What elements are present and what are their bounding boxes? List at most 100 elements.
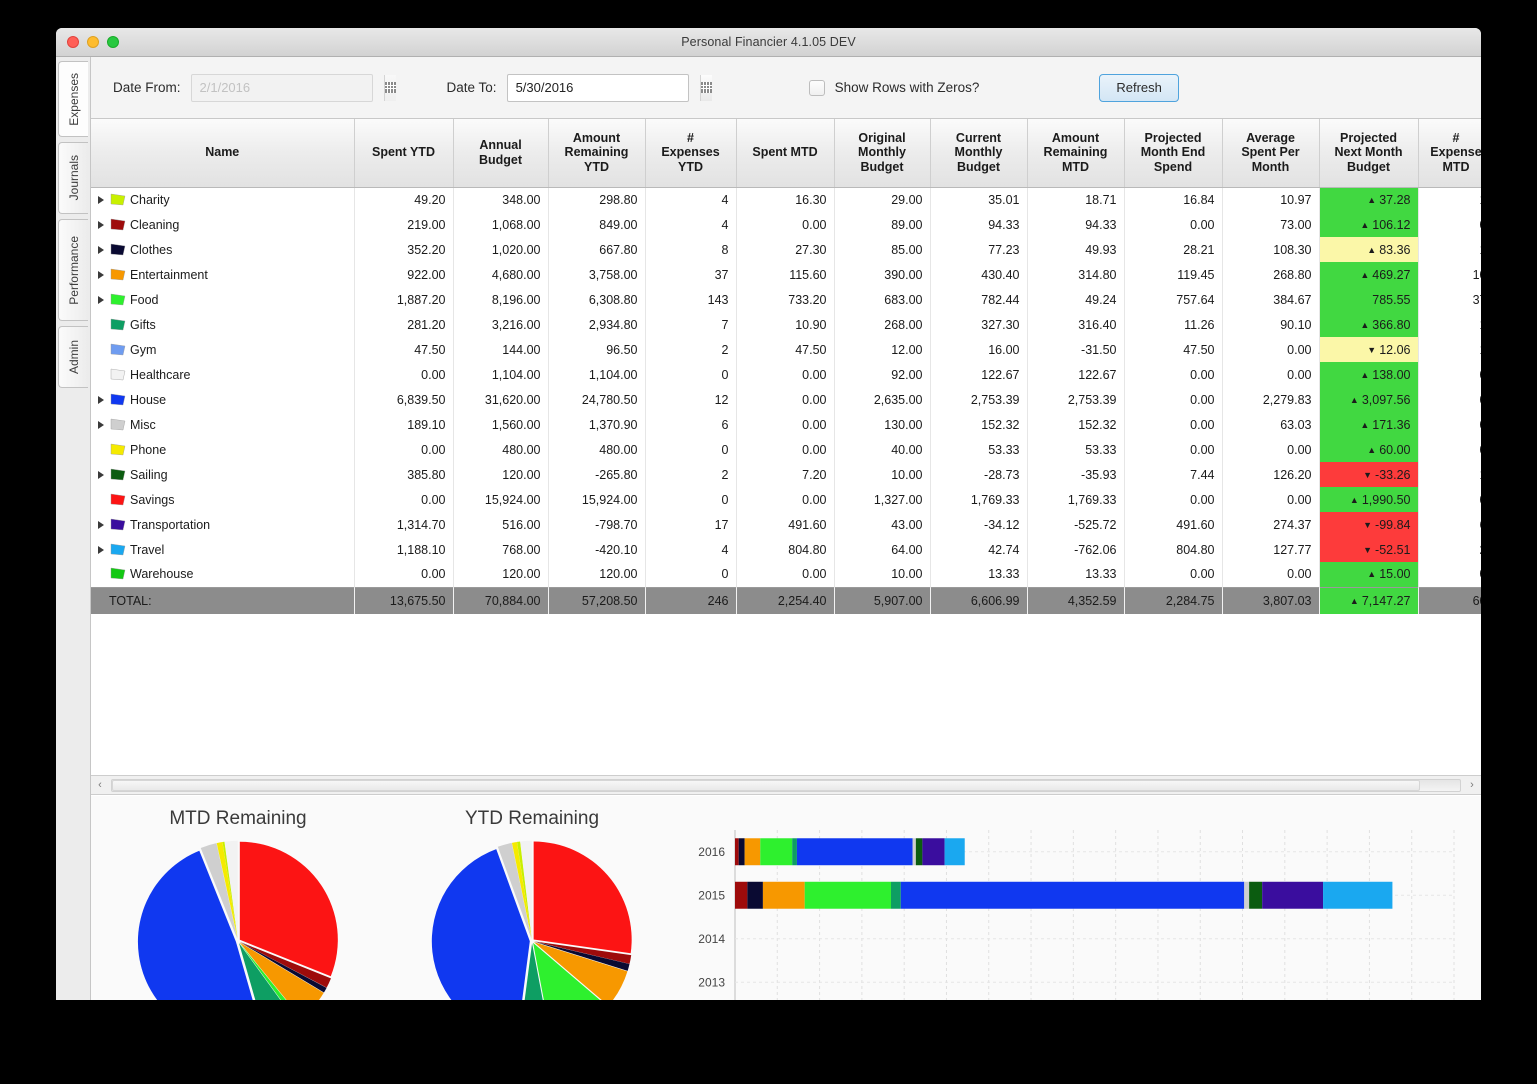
date-from-box[interactable] <box>190 73 396 102</box>
cell-name[interactable]: Savings <box>91 487 355 512</box>
date-from-calendar-button[interactable] <box>383 74 396 101</box>
table-row[interactable]: Gym 47.50 144.00 96.50 2 47.50 12.00 16.00 -31.5… <box>91 337 1481 362</box>
table-row[interactable]: Gifts 281.20 3,216.00 2,934.80 7 10.90 268.00 3… <box>91 312 1481 337</box>
horizontal-scrollbar[interactable]: ‹ › <box>91 775 1481 795</box>
cell-name[interactable]: Food <box>91 287 355 312</box>
total-projected-next-month-budget: ▲ 7,147.27 <box>1319 586 1419 614</box>
cell-projected-next-month-budget: ▲ 366.80 <box>1319 312 1419 337</box>
table-row[interactable]: Cleaning 219.00 1,068.00 849.00 4 0.00 89.00 94… <box>91 212 1481 237</box>
date-to-label: Date To: <box>446 80 497 95</box>
t: Monthly <box>858 145 906 160</box>
tab-expenses[interactable]: Expenses <box>58 61 88 137</box>
scrollbar-thumb[interactable] <box>112 779 1420 791</box>
col-header-amount-remaining-mtd[interactable]: Amount Remaining MTD <box>1027 119 1125 188</box>
t: YTD <box>678 160 703 175</box>
col-header-num-expenses-ytd[interactable]: # Expenses YTD <box>645 119 737 188</box>
table-row[interactable]: Travel 1,188.10 768.00 -420.10 4 804.80 64.00 4… <box>91 537 1481 562</box>
date-to-box[interactable] <box>506 73 712 102</box>
show-zeros-checkbox[interactable] <box>808 79 825 96</box>
cell-name[interactable]: Entertainment <box>91 262 355 287</box>
cell-name[interactable]: Misc <box>91 412 355 437</box>
col-header-name[interactable]: Name <box>91 119 355 188</box>
cell-name[interactable]: Clothes <box>91 237 355 262</box>
tab-performance[interactable]: Performance <box>58 219 88 321</box>
col-header-amount-remaining-ytd[interactable]: Amount Remaining YTD <box>548 119 646 188</box>
cell-spent-mtd: 7.20 <box>736 462 835 487</box>
cell-projected-next-month-budget: ▲ 1,990.50 <box>1319 487 1419 512</box>
table-row[interactable]: Food 1,887.20 8,196.00 6,308.80 143 733.20 683… <box>91 287 1481 312</box>
table-row[interactable]: House 6,839.50 31,620.00 24,780.50 12 0.00 2,6… <box>91 387 1481 412</box>
expand-arrow-icon[interactable] <box>98 295 104 304</box>
scroll-right-arrow-icon[interactable]: › <box>1463 779 1481 791</box>
minimize-button[interactable] <box>87 36 99 48</box>
expand-arrow-icon[interactable] <box>98 245 104 254</box>
table-row[interactable]: Sailing 385.80 120.00 -265.80 2 7.20 10.00 -28.… <box>91 462 1481 487</box>
y-tick-label: 2014 <box>698 932 725 946</box>
table-row[interactable]: Healthcare 0.00 1,104.00 1,104.00 0 0.00 92.00… <box>91 362 1481 387</box>
date-to-input[interactable] <box>507 74 700 101</box>
total-num-expenses-ytd: 246 <box>645 586 737 614</box>
expand-arrow-icon[interactable] <box>98 420 104 429</box>
col-header-original-monthly-budget[interactable]: Original Monthly Budget <box>834 119 931 188</box>
cell-name[interactable]: Travel <box>91 537 355 562</box>
col-header-current-monthly-budget[interactable]: Current Monthly Budget <box>930 119 1028 188</box>
expand-arrow-icon[interactable] <box>98 220 104 229</box>
cell-name[interactable]: Gifts <box>91 312 355 337</box>
expand-arrow-icon[interactable] <box>98 195 104 204</box>
table-row[interactable]: Warehouse 0.00 120.00 120.00 0 0.00 10.00 13.33… <box>91 562 1481 587</box>
cell-spent-mtd: 0.00 <box>736 437 835 462</box>
cell-name[interactable]: Transportation <box>91 512 355 537</box>
refresh-button[interactable]: Refresh <box>1099 73 1179 102</box>
cell-name[interactable]: Warehouse <box>91 562 355 587</box>
cell-spent-ytd: 1,188.10 <box>354 537 454 562</box>
table-row[interactable]: Clothes 352.20 1,020.00 667.80 8 27.30 85.00 77… <box>91 237 1481 262</box>
expand-arrow-icon[interactable] <box>98 395 104 404</box>
expand-arrow-icon[interactable] <box>98 520 104 529</box>
cell-num-expenses-ytd: 0 <box>645 437 737 462</box>
col-header-num-expenses-mtd[interactable]: # Expense MTD <box>1418 119 1481 188</box>
table-row[interactable]: Phone 0.00 480.00 480.00 0 0.00 40.00 53.33 53.3… <box>91 437 1481 462</box>
cell-name[interactable]: Cleaning <box>91 212 355 237</box>
cell-num-expenses-ytd: 0 <box>645 487 737 512</box>
expand-arrow-icon[interactable] <box>98 270 104 279</box>
table-row[interactable]: Charity 49.20 348.00 298.80 4 16.30 29.00 35.01… <box>91 187 1481 212</box>
bar-segment-misc <box>1244 881 1250 909</box>
date-to-calendar-button[interactable] <box>699 74 712 101</box>
cell-name[interactable]: Sailing <box>91 462 355 487</box>
total-current-monthly-budget: 6,606.99 <box>930 586 1028 614</box>
table-row[interactable]: Transportation 1,314.70 516.00 -798.70 17 491… <box>91 512 1481 537</box>
cell-name[interactable]: Healthcare <box>91 362 355 387</box>
table-body: Charity 49.20 348.00 298.80 4 16.30 29.00 35.01… <box>91 187 1481 614</box>
cell-name[interactable]: Gym <box>91 337 355 362</box>
table-row[interactable]: Savings 0.00 15,924.00 15,924.00 0 0.00 1,327.… <box>91 487 1481 512</box>
col-header-projected-month-end-spend[interactable]: Projected Month End Spend <box>1124 119 1223 188</box>
scroll-left-arrow-icon[interactable]: ‹ <box>91 779 109 791</box>
table-row[interactable]: Entertainment 922.00 4,680.00 3,758.00 37 115… <box>91 262 1481 287</box>
cell-name[interactable]: House <box>91 387 355 412</box>
maximize-button[interactable] <box>107 36 119 48</box>
date-from-input[interactable] <box>191 74 384 101</box>
cell-name[interactable]: Charity <box>91 187 355 212</box>
col-header-annual-budget[interactable]: Annual Budget <box>453 119 549 188</box>
cell-num-expenses-ytd: 0 <box>645 362 737 387</box>
show-zeros-group[interactable]: Show Rows with Zeros? <box>808 79 979 96</box>
close-button[interactable] <box>67 36 79 48</box>
col-header-spent-mtd[interactable]: Spent MTD <box>736 119 835 188</box>
mtd-pie-svg <box>137 840 338 1000</box>
col-header-spent-ytd[interactable]: Spent YTD <box>354 119 454 188</box>
cell-amount-remaining-ytd: -798.70 <box>548 512 646 537</box>
cell-spent-mtd: 0.00 <box>736 387 835 412</box>
cell-amount-remaining-ytd: 15,924.00 <box>548 487 646 512</box>
col-header-projected-next-month-budget[interactable]: Projected Next Month Budget <box>1319 119 1419 188</box>
cell-num-expenses-mtd: 0 <box>1418 362 1481 387</box>
scrollbar-track[interactable] <box>111 778 1461 792</box>
expand-arrow-icon[interactable] <box>98 545 104 554</box>
cell-name[interactable]: Phone <box>91 437 355 462</box>
cell-amount-remaining-mtd: -31.50 <box>1027 337 1125 362</box>
cell-original-monthly-budget: 43.00 <box>834 512 931 537</box>
col-header-average-spent-per-month[interactable]: Average Spent Per Month <box>1222 119 1320 188</box>
tab-admin[interactable]: Admin <box>58 326 88 388</box>
expand-arrow-icon[interactable] <box>98 470 104 479</box>
table-row[interactable]: Misc 189.10 1,560.00 1,370.90 6 0.00 130.00 152… <box>91 412 1481 437</box>
tab-journals[interactable]: Journals <box>58 142 88 214</box>
